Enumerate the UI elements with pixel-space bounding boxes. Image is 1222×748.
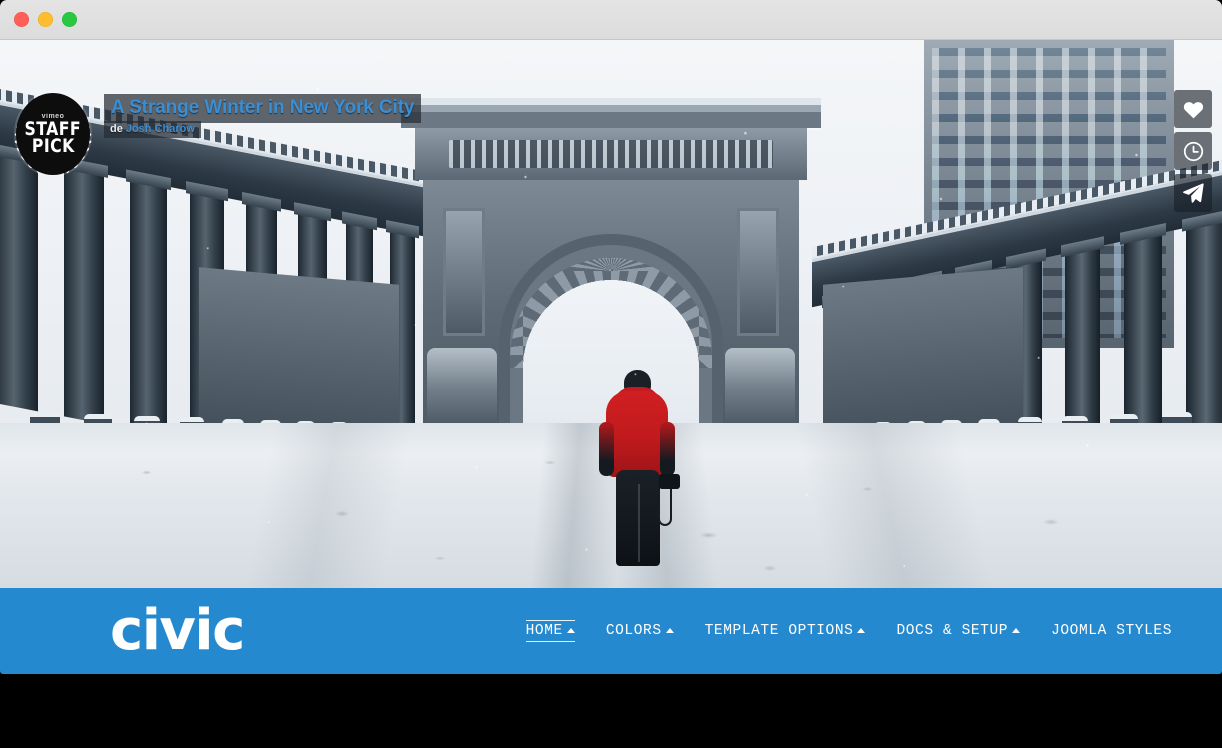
like-button[interactable] xyxy=(1174,90,1212,128)
menu-item-docs-setup[interactable]: DOCS & SETUP xyxy=(896,621,1021,641)
menu-item-home[interactable]: HOME xyxy=(525,620,575,642)
vimeo-action-buttons xyxy=(1174,90,1212,212)
arch-left-ornament xyxy=(443,208,485,336)
watch-later-button[interactable] xyxy=(1174,132,1212,170)
menu-item-template-options-label: TEMPLATE OPTIONS xyxy=(704,623,854,639)
menu-item-colors-label: COLORS xyxy=(605,623,662,639)
video-title-overlay[interactable]: A Strange Winter in New York City xyxy=(104,94,422,123)
zoom-button[interactable] xyxy=(62,12,77,27)
chevron-up-icon xyxy=(665,627,674,633)
hero-video-player[interactable]: vimeo STAFF PICK A Strange Winter in New… xyxy=(0,40,1222,588)
main-menu: HOME COLORS TEMPLATE OPTIONS DOCS & SETU… xyxy=(525,588,1172,674)
by-prefix-label: de xyxy=(110,123,123,135)
badge-disc: vimeo STAFF PICK xyxy=(16,93,90,175)
video-author-overlay[interactable]: de Josh Charow xyxy=(104,121,201,138)
chevron-up-icon xyxy=(1012,627,1021,633)
camera-icon xyxy=(659,474,680,489)
share-button[interactable] xyxy=(1174,174,1212,212)
page-footer xyxy=(0,674,1222,748)
share-icon xyxy=(1183,183,1204,203)
minimize-button[interactable] xyxy=(38,12,53,27)
chevron-up-icon xyxy=(857,627,866,633)
browser-window: vimeo STAFF PICK A Strange Winter in New… xyxy=(0,0,1222,748)
staff-pick-line2: PICK xyxy=(31,135,75,157)
person-in-red-jacket xyxy=(598,370,680,570)
window-titlebar xyxy=(0,0,1222,40)
menu-item-joomla-styles[interactable]: JOOMLA STYLES xyxy=(1051,621,1172,641)
menu-item-colors[interactable]: COLORS xyxy=(606,621,674,641)
arch-cornice xyxy=(401,98,821,128)
arch-right-ornament xyxy=(737,208,779,336)
chevron-up-icon xyxy=(566,627,575,633)
arch-frieze xyxy=(415,128,807,180)
menu-item-home-label: HOME xyxy=(525,623,563,639)
menu-item-joomla-styles-label: JOOMLA STYLES xyxy=(1051,623,1172,639)
heart-icon xyxy=(1183,101,1203,118)
menu-item-docs-setup-label: DOCS & SETUP xyxy=(896,623,1009,639)
video-title-link[interactable]: A Strange Winter in New York City xyxy=(111,97,415,118)
close-button[interactable] xyxy=(14,12,29,27)
vimeo-staff-pick-badge[interactable]: vimeo STAFF PICK xyxy=(10,88,96,180)
clock-icon xyxy=(1183,141,1203,161)
site-logo[interactable]: civic xyxy=(110,603,245,659)
video-author-link[interactable]: Josh Charow xyxy=(126,123,195,135)
menu-item-template-options[interactable]: TEMPLATE OPTIONS xyxy=(705,621,866,641)
